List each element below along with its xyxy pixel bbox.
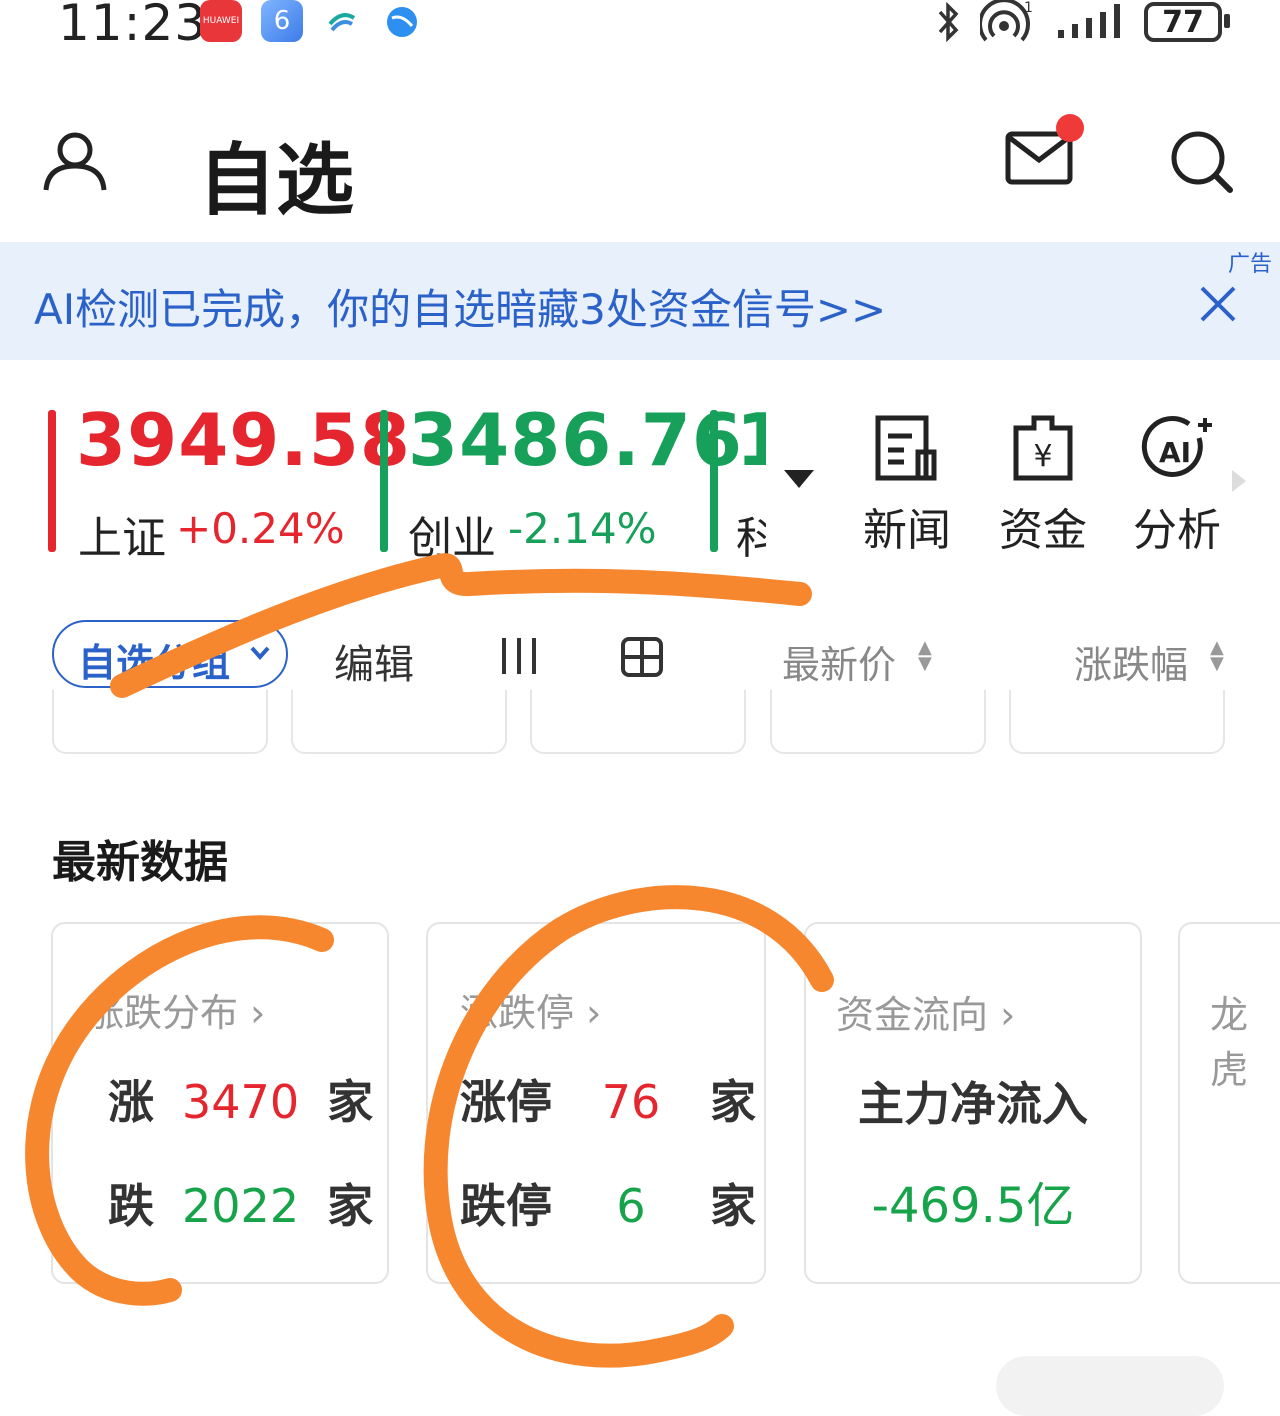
news-icon: [875, 415, 937, 481]
page-title: 自选: [198, 136, 355, 226]
col-header-change[interactable]: 涨跌幅: [1074, 634, 1188, 689]
quick-box[interactable]: [1009, 690, 1225, 754]
mail-notification-dot: [1056, 114, 1084, 142]
card-title[interactable]: 资金流向 ›: [836, 984, 1015, 1039]
card-title[interactable]: 涨跌停 ›: [460, 982, 601, 1037]
index-change-sh: +0.24%: [176, 504, 345, 553]
huawei-app-label: HUAWEI: [202, 16, 240, 26]
mobile-app-icon: [328, 13, 356, 32]
rise-count-row: 涨 3470 家: [108, 1066, 373, 1132]
fund-label: 资金: [999, 505, 1087, 556]
fund-button[interactable]: ¥ 资金: [988, 414, 1098, 558]
index-dropdown-icon[interactable]: [784, 470, 814, 490]
limit-up-unit: 家: [710, 1075, 757, 1129]
signal-icon: [1058, 4, 1120, 38]
main-inflow-value: -469.5亿: [871, 1178, 1075, 1234]
sort-icon[interactable]: ▲ ▼: [1210, 639, 1224, 673]
limit-up-row: 涨停 76 家: [460, 1066, 756, 1132]
index-name-kc: 科: [736, 513, 766, 558]
index-bar-sh: [48, 410, 56, 552]
card-title[interactable]: 龙虎: [1210, 984, 1280, 1094]
svg-text:1: 1: [1024, 0, 1032, 16]
banner-text[interactable]: AI检测已完成，你的自选暗藏3处资金信号>>: [34, 276, 886, 337]
limit-up-count: 76: [601, 1075, 661, 1129]
search-icon[interactable]: [1168, 128, 1234, 194]
column-view-icon[interactable]: [500, 636, 538, 676]
index-kc-clip: 1 科: [736, 398, 766, 558]
rise-label: 涨: [108, 1075, 154, 1129]
index-value-sh[interactable]: 3949.58: [76, 398, 411, 482]
six-app-label: 6: [273, 6, 291, 36]
globe-app-icon: [387, 7, 417, 37]
fall-label: 跌: [108, 1179, 154, 1233]
svg-text:AI: AI: [1159, 436, 1191, 469]
rise-count: 3470: [182, 1075, 300, 1129]
analysis-label: 分析: [1133, 505, 1221, 556]
sort-icon[interactable]: ▲ ▼: [918, 639, 932, 673]
group-selector-label: 自选分组: [78, 641, 231, 685]
hotspot-icon: 1: [980, 0, 1032, 42]
huawei-app-icon: HUAWEI: [200, 0, 242, 42]
quick-box[interactable]: [770, 690, 986, 754]
ad-tag: 广告: [1227, 252, 1272, 277]
index-name-cy: 创业: [408, 513, 496, 564]
status-time: 11:23: [58, 0, 208, 52]
grid-view-icon[interactable]: [620, 636, 664, 678]
card-title[interactable]: 涨跌分布 ›: [86, 982, 265, 1037]
rise-unit: 家: [327, 1075, 374, 1129]
limit-up-label: 涨停: [460, 1075, 552, 1129]
index-value-cy[interactable]: 3486.76: [408, 398, 743, 482]
index-name-sh: 上证: [78, 513, 166, 564]
edit-button[interactable]: 编辑: [334, 632, 414, 690]
limit-down-count: 6: [616, 1179, 646, 1233]
chevron-down-icon: [250, 646, 270, 660]
bluetooth-icon: [938, 2, 959, 42]
index-bar-kc: [710, 410, 718, 552]
main-inflow-label: 主力净流入: [858, 1077, 1088, 1131]
status-right-icons: 1 77: [934, 0, 1230, 44]
fund-icon: ¥: [1013, 415, 1073, 481]
six-app-icon: 6: [261, 0, 303, 42]
limit-down-label: 跌停: [460, 1179, 552, 1233]
index-value-kc[interactable]: 1: [736, 398, 766, 482]
fall-unit: 家: [327, 1179, 374, 1233]
quick-box[interactable]: [52, 690, 268, 754]
limit-down-unit: 家: [710, 1179, 757, 1233]
user-icon[interactable]: [42, 132, 108, 192]
news-label: 新闻: [863, 505, 951, 556]
fall-count: 2022: [182, 1179, 300, 1233]
index-change-cy: -2.14%: [508, 504, 657, 553]
analysis-button[interactable]: AI 分析: [1122, 414, 1232, 558]
close-icon[interactable]: [1198, 284, 1238, 324]
fall-count-row: 跌 2022 家: [108, 1170, 373, 1236]
svg-text:¥: ¥: [1033, 439, 1052, 474]
battery-level: 77: [1162, 4, 1204, 40]
limit-down-row: 跌停 6 家: [460, 1170, 756, 1236]
news-button[interactable]: 新闻: [852, 414, 962, 558]
quick-box[interactable]: [291, 690, 507, 754]
chevron-right-icon[interactable]: [1232, 470, 1246, 492]
col-header-price[interactable]: 最新价: [782, 634, 896, 689]
index-bar-cy: [380, 410, 388, 552]
quick-box[interactable]: [530, 690, 746, 754]
section-title-latest: 最新数据: [52, 837, 228, 888]
ai-analysis-icon: AI: [1141, 415, 1212, 477]
bottom-pill[interactable]: [996, 1356, 1224, 1416]
dragon-tiger-card[interactable]: [1178, 922, 1280, 1284]
battery-icon: 77: [1144, 2, 1230, 42]
